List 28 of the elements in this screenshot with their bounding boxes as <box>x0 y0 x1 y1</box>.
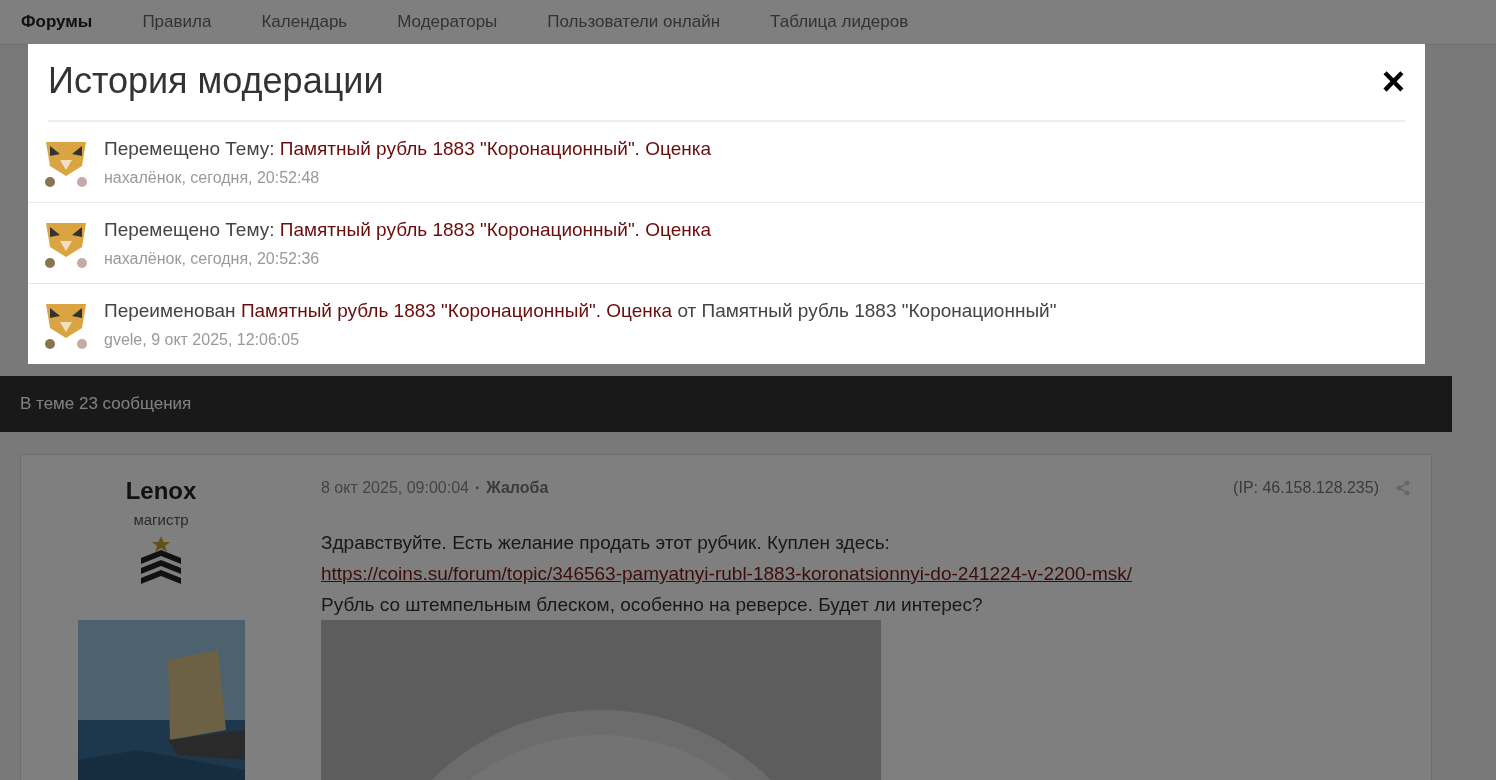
post-text: Рубль со штемпельным блеском, особенно на реверсе. Будет ли интерес? <box>321 593 984 617</box>
topic-link[interactable]: Памятный рубль 1883 "Коронационный". Оценка <box>279 138 711 159</box>
author-name[interactable]: Lenox <box>125 477 197 505</box>
topic-link[interactable]: Памятный рубль 1883 "Коронационный". Оценка <box>240 300 673 321</box>
share-icon[interactable] <box>1395 480 1411 496</box>
post-count: В теме 23 сообщения <box>20 394 192 414</box>
close-button[interactable]: × <box>1381 61 1405 101</box>
dialog-title: История модерации <box>48 60 384 102</box>
report-link[interactable]: Жалоба <box>486 479 549 497</box>
history-entry: Переименован Памятный рубль 1883 "Коронационный". Оценка от Памятный рубль 1883 "Коронационный" <box>104 300 1057 322</box>
nav-tab[interactable]: Календарь <box>236 12 373 32</box>
history-entry: Перемещено Тему: Памятный рубль 1883 "Коронационный". Оценка <box>104 138 711 160</box>
separator-dot: · <box>474 479 481 497</box>
nav-tab[interactable]: Форумы <box>0 12 118 32</box>
post-text: Здравствуйте. Есть желание продать этот рубчик. Куплен здесь: https://coins.su/forum/topic/346563-pamyatnyi-rubl-1883-koronatsionnyi-do-241224-v-2200-msk/ <box>321 527 1411 589</box>
entry-meta: нахалёнок, сегодня, 20:52:48 <box>104 169 321 187</box>
entry-meta: нахалёнок, сегодня, 20:52:36 <box>104 250 321 268</box>
nav-tab[interactable]: Таблица лидеров <box>745 12 934 32</box>
entry-meta: gvele, 9 окт 2025, 12:06:05 <box>104 331 301 349</box>
post-date: 8 окт 2025, 09:00:04 <box>321 479 469 497</box>
nav-tab[interactable]: Модераторы <box>372 12 523 32</box>
history-entry: Перемещено Тему: Памятный рубль 1883 "Коронационный". Оценка <box>104 219 711 241</box>
ip-address: (IP: 46.158.128.235) <box>1233 479 1379 497</box>
author-rank: магистр <box>133 511 189 528</box>
topic-link[interactable]: https://coins.su/forum/topic/346563-pamyatnyi-rubl-1883-koronatsionnyi-do-241224-v-2200-msk/ <box>321 558 1411 589</box>
nav-tab[interactable]: Пользователи онлайн <box>522 12 746 32</box>
nav-tab[interactable]: Правила <box>117 12 237 32</box>
topic-link[interactable]: Памятный рубль 1883 "Коронационный". Оценка <box>279 219 711 240</box>
